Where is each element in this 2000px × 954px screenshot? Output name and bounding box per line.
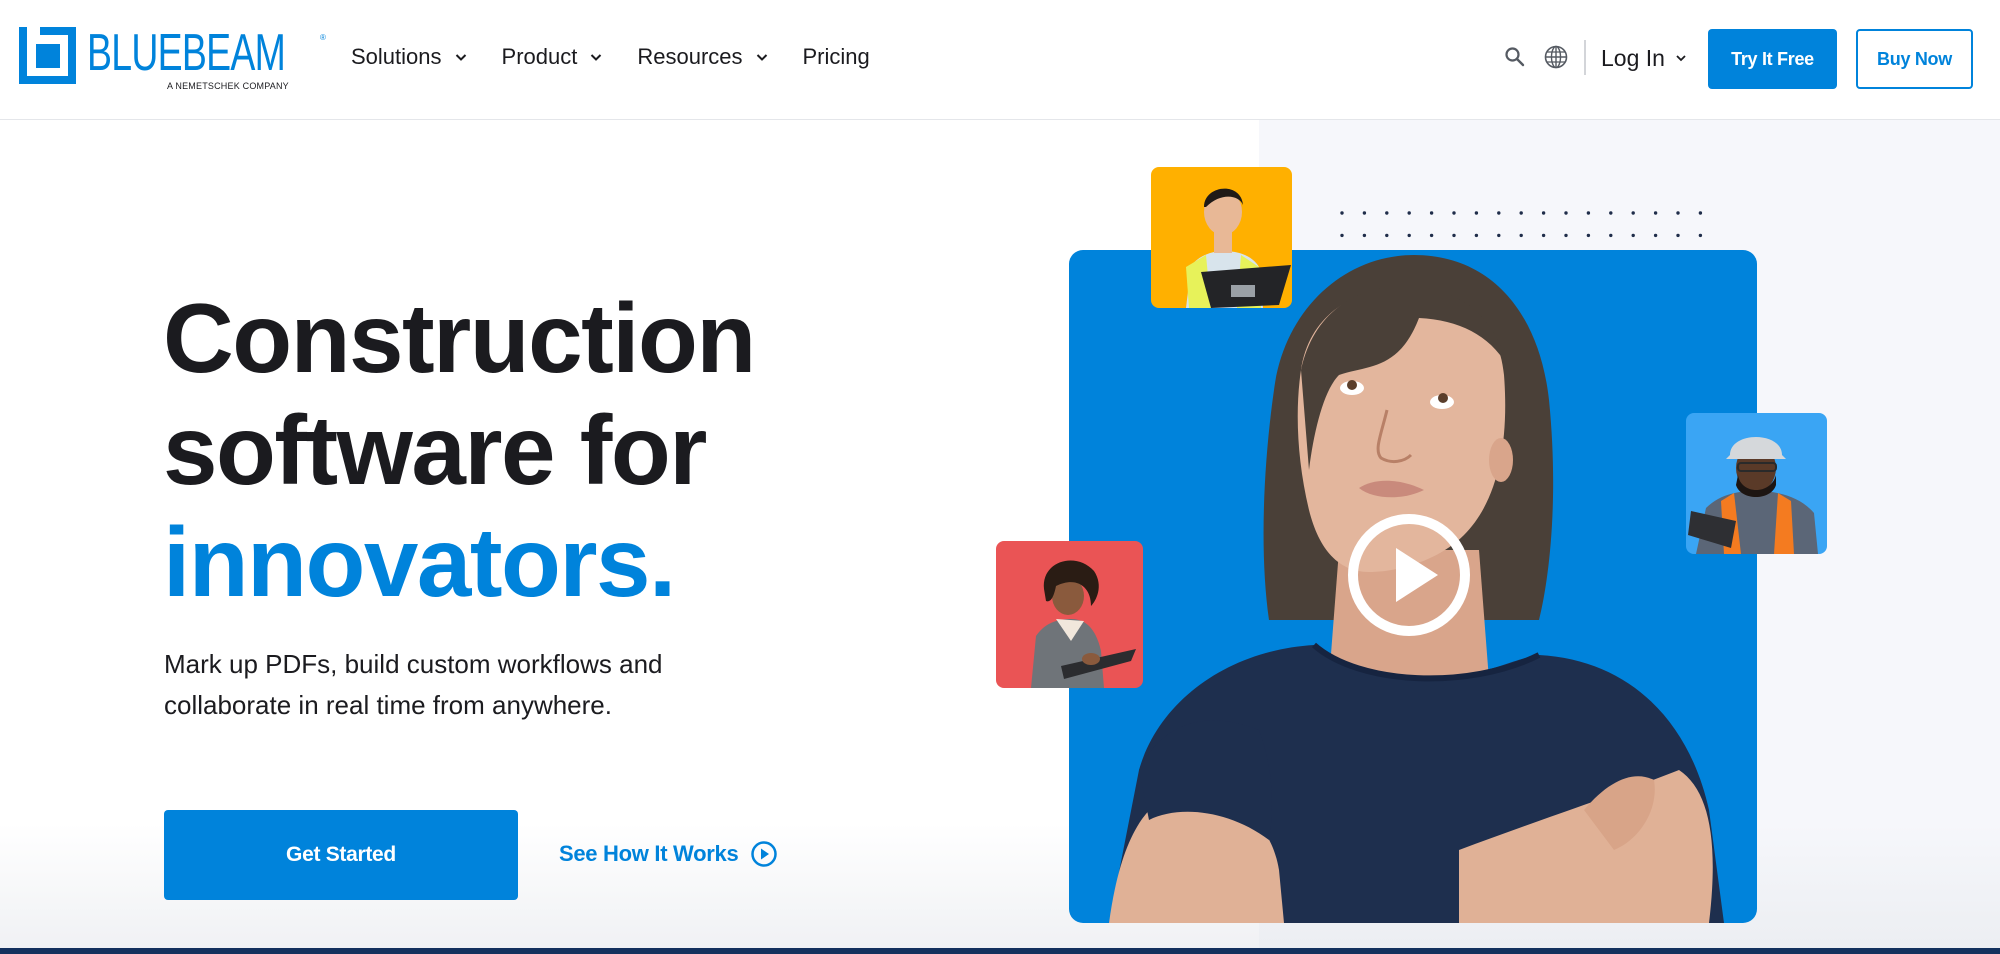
play-circle-icon	[751, 841, 778, 867]
pattern-dot	[1609, 233, 1613, 238]
nav-item-label: Solutions	[351, 44, 442, 69]
pattern-dot	[1429, 211, 1434, 215]
pattern-dot	[1340, 233, 1344, 238]
nav-item-product[interactable]: Product	[502, 44, 604, 70]
logo-tagline: A NEMETSCHEK COMPANY	[167, 81, 289, 91]
pattern-dot	[1340, 211, 1344, 215]
headline-line-2: software for	[163, 395, 707, 505]
nav-item-pricing[interactable]: Pricing	[803, 44, 870, 70]
pattern-dot	[1429, 233, 1434, 238]
pattern-dot	[1362, 233, 1367, 238]
nav-item-label: Product	[501, 44, 578, 69]
pattern-dot	[1474, 211, 1479, 215]
pattern-dot	[1541, 233, 1546, 238]
main-nav: Solutions Product Resources Pricing	[351, 40, 904, 74]
hero-subcopy: Mark up PDFs, build custom workflows and…	[164, 649, 663, 720]
headline-line-1: Construction	[163, 283, 756, 393]
search-button[interactable]	[1500, 42, 1530, 72]
play-video-button[interactable]	[1346, 512, 1472, 638]
pattern-dot	[1407, 233, 1411, 238]
globe-icon	[1544, 45, 1568, 69]
pattern-dot	[1362, 211, 1367, 215]
thumbnail-worker-hardhat	[1686, 413, 1827, 554]
pattern-dot	[1564, 211, 1568, 215]
language-button[interactable]	[1541, 42, 1571, 72]
get-started-button[interactable]: Get Started	[164, 810, 518, 900]
nav-item-solutions[interactable]: Solutions	[351, 44, 468, 70]
pattern-dot	[1385, 233, 1389, 238]
woman-tablet-illustration	[1031, 560, 1136, 688]
nav-item-label: Pricing	[802, 44, 870, 69]
chevron-down-icon	[1676, 55, 1686, 62]
logo-wordmark: BLUEBEAM	[87, 24, 286, 82]
header-divider	[1584, 40, 1586, 75]
pattern-dot	[1497, 211, 1501, 215]
try-it-free-button[interactable]: Try It Free	[1708, 29, 1837, 89]
pattern-dot	[1676, 211, 1680, 215]
see-how-it-works-link[interactable]: See How It Works	[559, 840, 778, 868]
nav-item-label: Resources	[637, 44, 743, 69]
pattern-dot	[1609, 211, 1613, 215]
bluebeam-logo[interactable]: BLUEBEAM ® A NEMETSCHEK COMPANY	[19, 24, 326, 93]
worker-vest-illustration	[1186, 188, 1291, 308]
registered-mark: ®	[320, 33, 326, 42]
search-icon	[1505, 47, 1525, 67]
pattern-dot	[1497, 233, 1501, 238]
pattern-dot	[1452, 211, 1456, 215]
chevron-down-icon	[756, 54, 767, 61]
chevron-down-icon	[591, 54, 602, 61]
play-icon	[1396, 548, 1438, 602]
next-section-edge	[0, 948, 2000, 954]
chevron-down-icon	[455, 54, 466, 61]
see-how-label: See How It Works	[559, 841, 739, 866]
site-header: BLUEBEAM ® A NEMETSCHEK COMPANY Solution…	[0, 0, 2000, 120]
pattern-dot	[1586, 211, 1591, 215]
buy-now-button[interactable]: Buy Now	[1856, 29, 1973, 89]
pattern-dot	[1564, 233, 1568, 238]
pattern-dot	[1519, 233, 1523, 238]
hero-headline: Construction software for innovators.	[163, 282, 756, 618]
pattern-dot	[1385, 211, 1389, 215]
thumbnail-woman-tablet	[996, 541, 1143, 688]
pattern-dot	[1407, 211, 1411, 215]
thumbnail-worker-vest	[1151, 167, 1292, 308]
worker-hardhat-illustration	[1688, 437, 1818, 554]
pattern-dot	[1519, 211, 1523, 215]
pattern-dot	[1653, 211, 1658, 215]
nav-item-resources[interactable]: Resources	[637, 44, 768, 70]
pattern-dot	[1698, 233, 1703, 238]
headline-line-3: innovators.	[163, 507, 676, 617]
pattern-dot	[1631, 211, 1635, 215]
pattern-dot	[1452, 233, 1456, 238]
pattern-dot	[1653, 233, 1658, 238]
pattern-dot	[1631, 233, 1635, 238]
logo-mark-icon	[19, 27, 76, 84]
pattern-dot	[1676, 233, 1680, 238]
login-menu[interactable]: Log In	[1601, 40, 1687, 76]
pattern-dot	[1474, 233, 1479, 238]
pattern-dot	[1698, 211, 1703, 215]
pattern-dot	[1586, 233, 1591, 238]
pattern-dot	[1541, 211, 1546, 215]
login-label: Log In	[1601, 44, 1665, 71]
